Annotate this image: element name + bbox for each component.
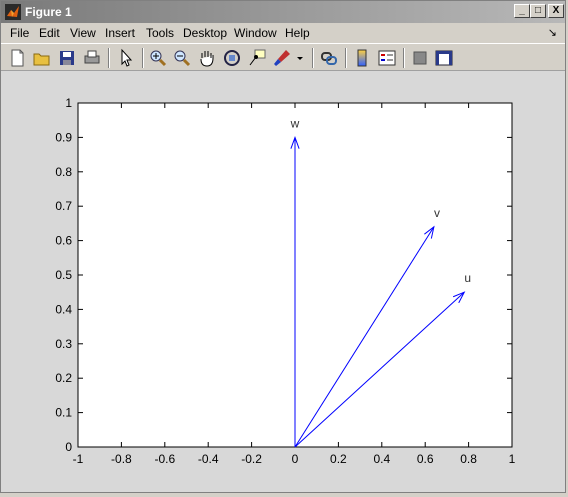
- menu-bar: File Edit View Insert Tools Desktop Wind…: [1, 23, 565, 43]
- new-figure-icon[interactable]: [6, 47, 28, 69]
- y-tick-label: 0: [65, 440, 72, 454]
- title-bar[interactable]: Figure 1 _ □ X: [1, 1, 565, 23]
- link-plot-icon[interactable]: [318, 47, 340, 69]
- rotate-3d-icon[interactable]: [221, 47, 243, 69]
- dock-arrow-icon[interactable]: ↘: [548, 26, 557, 39]
- x-tick-label: 0.2: [330, 452, 347, 466]
- quiver-plot[interactable]: -1 -0.8 -0.6 -0.4 -0.2 0 0.2 0.4 0.6 0.8 1 0 0.1 0.2 0…: [1, 71, 567, 492]
- close-button[interactable]: X: [548, 4, 564, 18]
- y-tick-label: 0.1: [55, 406, 72, 420]
- x-tick-label: -0.4: [198, 452, 219, 466]
- maximize-button[interactable]: □: [530, 4, 546, 18]
- toolbar-separator: [403, 48, 405, 68]
- x-tick-label: 0: [292, 452, 299, 466]
- brush-dropdown-icon[interactable]: [293, 47, 307, 69]
- save-icon[interactable]: [56, 47, 78, 69]
- show-plot-tools-icon[interactable]: [433, 47, 455, 69]
- x-tick-label: -1: [73, 452, 84, 466]
- toolbar-separator: [142, 48, 144, 68]
- y-tick-label: 1: [65, 96, 72, 110]
- menu-window[interactable]: Window: [234, 26, 277, 40]
- y-tick-label: 0.2: [55, 371, 72, 385]
- x-tick-label: 1: [509, 452, 516, 466]
- toolbar-separator: [312, 48, 314, 68]
- matlab-logo-icon: [5, 4, 21, 20]
- menu-desktop[interactable]: Desktop: [183, 26, 227, 40]
- toolbar-separator: [108, 48, 110, 68]
- vector-v-label: v: [434, 206, 440, 220]
- y-tick-label: 0.7: [55, 199, 72, 213]
- x-tick-label: 0.6: [417, 452, 434, 466]
- print-icon[interactable]: [81, 47, 103, 69]
- toolbar-separator: [345, 48, 347, 68]
- x-tick-label: 0.8: [460, 452, 477, 466]
- figure-toolbar: [1, 43, 565, 71]
- window-title: Figure 1: [25, 5, 72, 19]
- x-tick-label: -0.2: [241, 452, 262, 466]
- x-tick-label: 0.4: [373, 452, 390, 466]
- y-tick-label: 0.9: [55, 130, 72, 144]
- y-tick-label: 0.3: [55, 337, 72, 351]
- menu-help[interactable]: Help: [285, 26, 310, 40]
- zoom-in-icon[interactable]: [147, 47, 169, 69]
- y-tick-label: 0.5: [55, 268, 72, 282]
- x-tick-label: -0.6: [154, 452, 175, 466]
- menu-tools[interactable]: Tools: [146, 26, 174, 40]
- zoom-out-icon[interactable]: [171, 47, 193, 69]
- brush-icon[interactable]: [271, 47, 293, 69]
- figure-canvas: -1 -0.8 -0.6 -0.4 -0.2 0 0.2 0.4 0.6 0.8 1 0 0.1 0.2 0…: [1, 71, 565, 492]
- vector-u-label: u: [464, 271, 471, 285]
- minimize-button[interactable]: _: [514, 4, 530, 18]
- hide-plot-tools-icon[interactable]: [409, 47, 431, 69]
- y-tick-label: 0.6: [55, 234, 72, 248]
- pan-hand-icon[interactable]: [196, 47, 218, 69]
- colorbar-icon[interactable]: [351, 47, 373, 69]
- y-tick-label: 0.4: [55, 302, 72, 316]
- vector-w-label: w: [290, 116, 300, 130]
- edit-plot-arrow-icon[interactable]: [115, 47, 137, 69]
- legend-icon[interactable]: [376, 47, 398, 69]
- menu-edit[interactable]: Edit: [39, 26, 60, 40]
- menu-view[interactable]: View: [70, 26, 96, 40]
- open-file-icon[interactable]: [31, 47, 53, 69]
- data-cursor-icon[interactable]: [246, 47, 268, 69]
- y-tick-label: 0.8: [55, 165, 72, 179]
- menu-insert[interactable]: Insert: [105, 26, 135, 40]
- menu-file[interactable]: File: [10, 26, 29, 40]
- x-tick-label: -0.8: [111, 452, 132, 466]
- figure-window: Figure 1 _ □ X File Edit View Insert Too…: [0, 0, 566, 493]
